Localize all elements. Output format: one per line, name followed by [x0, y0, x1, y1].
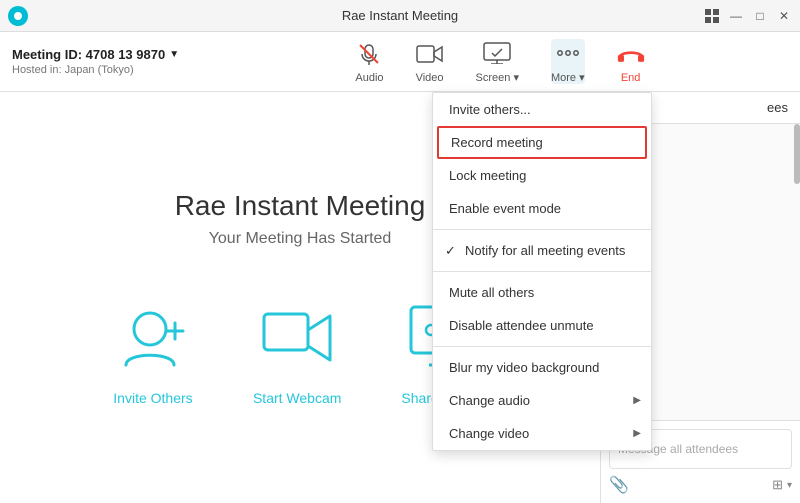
invite-icon — [113, 298, 193, 378]
screen-label: Screen ▾ — [476, 71, 519, 84]
video-label: Video — [416, 72, 444, 84]
record-meeting-item[interactable]: Record meeting — [437, 126, 647, 159]
change-audio-item[interactable]: Change audio — [433, 384, 651, 417]
send-options-icon[interactable]: ⊞ — [772, 477, 783, 493]
webcam-label: Start Webcam — [253, 390, 341, 406]
screen-button[interactable]: Screen ▾ — [476, 39, 519, 84]
title-bar: Rae Instant Meeting — □ ✕ — [0, 0, 800, 32]
meeting-subtitle: Your Meeting Has Started — [209, 230, 392, 248]
more-icon — [554, 39, 582, 67]
invite-others-item[interactable]: Invite others... — [433, 93, 651, 126]
disable-unmute-item[interactable]: Disable attendee unmute — [433, 309, 651, 342]
grid-icon[interactable] — [704, 8, 720, 24]
more-button[interactable]: More ▾ — [551, 39, 585, 84]
change-video-item[interactable]: Change video — [433, 417, 651, 450]
checkmark-icon: ✓ — [445, 243, 456, 259]
webcam-button[interactable]: Start Webcam — [253, 298, 341, 406]
enable-event-mode-item[interactable]: Enable event mode — [433, 192, 651, 225]
more-label: More ▾ — [551, 71, 585, 84]
audio-icon — [355, 40, 383, 68]
close-icon[interactable]: ✕ — [776, 8, 792, 24]
separator-2 — [433, 271, 651, 272]
send-dropdown[interactable]: ▾ — [787, 480, 792, 491]
action-icons: Invite Others Start Webcam — [113, 298, 487, 406]
maximize-icon[interactable]: □ — [752, 8, 768, 24]
meeting-id: Meeting ID: 4708 13 9870 ▼ — [12, 47, 212, 62]
separator-1 — [433, 229, 651, 230]
app-logo — [8, 6, 28, 26]
separator-3 — [433, 346, 651, 347]
dropdown-arrow[interactable]: ▼ — [169, 49, 179, 60]
meeting-info: Meeting ID: 4708 13 9870 ▼ Hosted in: Ja… — [12, 47, 212, 76]
toolbar: Meeting ID: 4708 13 9870 ▼ Hosted in: Ja… — [0, 32, 800, 92]
notify-events-item[interactable]: ✓ Notify for all meeting events — [433, 234, 651, 267]
video-icon — [416, 40, 444, 68]
main-area: Rae Instant Meeting Your Meeting Has Sta… — [0, 92, 800, 503]
minimize-icon[interactable]: — — [728, 8, 744, 24]
attachment-icon[interactable]: 📎 — [609, 475, 629, 495]
invite-label: Invite Others — [113, 390, 192, 406]
message-toolbar: 📎 ⊞ ▾ — [609, 475, 792, 495]
blur-background-item[interactable]: Blur my video background — [433, 351, 651, 384]
end-label: End — [621, 72, 641, 84]
meeting-title: Rae Instant Meeting — [175, 190, 426, 222]
screen-icon — [483, 39, 511, 67]
window-title: Rae Instant Meeting — [342, 8, 458, 23]
audio-label: Audio — [355, 72, 383, 84]
end-icon — [617, 40, 645, 68]
invite-others-button[interactable]: Invite Others — [113, 298, 193, 406]
more-dropdown-menu: Invite others... Record meeting Lock mee… — [432, 92, 652, 451]
toolbar-actions: Audio Video Screen ▾ — [212, 39, 788, 84]
lock-meeting-item[interactable]: Lock meeting — [433, 159, 651, 192]
webcam-icon — [257, 298, 337, 378]
end-button[interactable]: End — [617, 40, 645, 84]
window-controls: — □ ✕ — [704, 8, 792, 24]
hosted-in: Hosted in: Japan (Tokyo) — [12, 64, 212, 76]
video-button[interactable]: Video — [416, 40, 444, 84]
mute-all-item[interactable]: Mute all others — [433, 276, 651, 309]
audio-button[interactable]: Audio — [355, 40, 383, 84]
